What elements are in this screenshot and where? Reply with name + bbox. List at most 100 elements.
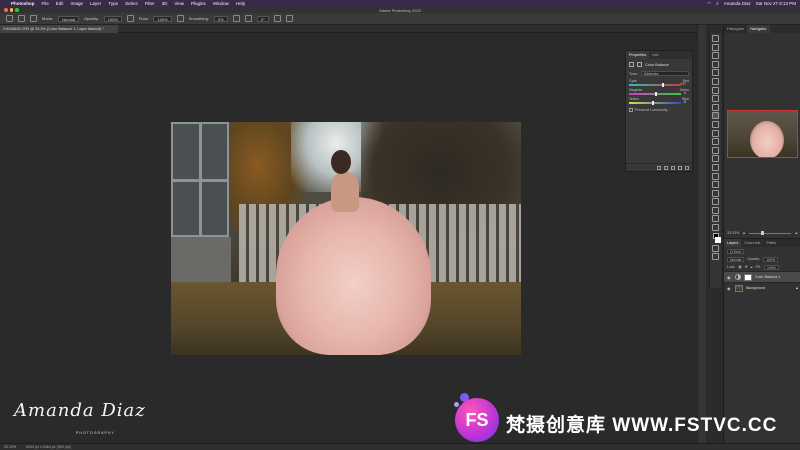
- airbrush-icon[interactable]: [176, 15, 184, 22]
- menu-window[interactable]: Window: [213, 1, 229, 6]
- navigator-zoom-knob[interactable]: [760, 231, 764, 235]
- blur-tool-icon[interactable]: [712, 155, 719, 163]
- menu-help[interactable]: Help: [236, 1, 245, 6]
- menu-user-name[interactable]: Amanda Diaz: [724, 1, 751, 6]
- path-selection-tool-icon[interactable]: [712, 189, 719, 197]
- type-tool-icon[interactable]: [712, 181, 719, 189]
- angle-field[interactable]: 0°: [256, 15, 269, 22]
- slider-track[interactable]: [629, 92, 681, 96]
- layer-thumbnail[interactable]: [735, 284, 743, 292]
- menu-view[interactable]: View: [174, 1, 184, 6]
- collapsed-panel-dock[interactable]: [697, 25, 706, 443]
- background-color-swatch[interactable]: [715, 237, 721, 244]
- reset-icon[interactable]: [671, 165, 675, 170]
- layer-opacity-field[interactable]: 100%: [763, 256, 779, 262]
- delete-icon[interactable]: [685, 165, 689, 170]
- slider-track[interactable]: [629, 101, 681, 105]
- preserve-luminosity-checkbox[interactable]: [629, 108, 633, 112]
- slider-knob[interactable]: [655, 92, 657, 96]
- tab-histogram[interactable]: Histogram: [724, 25, 747, 33]
- pressure-size-icon[interactable]: [273, 15, 281, 22]
- quick-mask-icon[interactable]: [712, 244, 719, 252]
- lock-position-icon[interactable]: ✥: [745, 265, 748, 269]
- lock-all-icon[interactable]: 🔒︎: [751, 265, 753, 269]
- healing-brush-tool-icon[interactable]: [712, 103, 719, 111]
- shape-tool-icon[interactable]: [712, 198, 719, 206]
- move-tool-icon[interactable]: [712, 35, 719, 42]
- smoothing-settings-icon[interactable]: [232, 15, 240, 22]
- tab-layers[interactable]: Layers: [724, 239, 742, 247]
- zoom-tool-icon[interactable]: [712, 215, 719, 223]
- preserve-luminosity-label[interactable]: Preserve Luminosity: [635, 108, 668, 112]
- mask-icon[interactable]: [637, 62, 642, 67]
- lock-icon[interactable]: 🔒︎: [796, 286, 798, 290]
- document-tab[interactable]: DIHA5628.CR3 @ 33.3% (Color Balance 1, L…: [0, 25, 118, 33]
- menu-file[interactable]: File: [42, 1, 49, 6]
- menu-layer[interactable]: Layer: [90, 1, 101, 6]
- close-window-button[interactable]: [4, 8, 8, 12]
- mode-select[interactable]: Normal: [58, 15, 80, 22]
- menu-3d[interactable]: 3D: [162, 1, 168, 6]
- lock-pixels-icon[interactable]: ▦: [738, 265, 741, 269]
- symmetry-icon[interactable]: [285, 15, 293, 22]
- eyedropper-tool-icon[interactable]: [712, 95, 719, 103]
- slider-value[interactable]: +27: [680, 82, 686, 86]
- frame-tool-icon[interactable]: [712, 86, 719, 94]
- tab-paths[interactable]: Paths: [763, 239, 779, 247]
- slider-value[interactable]: -9: [683, 100, 686, 104]
- tab-info[interactable]: Info: [649, 51, 661, 59]
- home-icon[interactable]: [6, 15, 13, 22]
- tab-properties[interactable]: Properties: [626, 51, 650, 59]
- brush-settings-icon[interactable]: [30, 15, 37, 22]
- navigator-zoom-value[interactable]: 33.33%: [727, 231, 739, 235]
- navigator-preview[interactable]: [727, 110, 798, 158]
- gradient-tool-icon[interactable]: [712, 146, 719, 154]
- layer-kind-filter[interactable]: Q Kind: [727, 248, 744, 254]
- smoothing-field[interactable]: 0%: [213, 15, 228, 22]
- clone-stamp-tool-icon[interactable]: [712, 120, 719, 128]
- search-icon[interactable]: ⌕: [716, 1, 719, 6]
- menu-select[interactable]: Select: [125, 1, 138, 6]
- clip-to-layer-icon[interactable]: [657, 165, 661, 170]
- menu-clock[interactable]: Sat Nov 27 8:13 PM: [756, 1, 796, 6]
- tab-channels[interactable]: Channels: [741, 239, 763, 247]
- visibility-eye-icon[interactable]: ◉: [727, 275, 732, 280]
- canvas-area[interactable]: [0, 33, 697, 443]
- menu-type[interactable]: Type: [108, 1, 118, 6]
- marquee-tool-icon[interactable]: [712, 52, 719, 60]
- eraser-tool-icon[interactable]: [712, 138, 719, 146]
- slider-track[interactable]: [629, 83, 681, 87]
- menu-image[interactable]: Image: [71, 1, 84, 6]
- history-brush-tool-icon[interactable]: [712, 129, 719, 137]
- opacity-field[interactable]: 100%: [103, 15, 122, 22]
- layer-fill-field[interactable]: 100%: [763, 264, 779, 270]
- screen-mode-icon[interactable]: [712, 253, 719, 261]
- layer-row-background[interactable]: ◉ Background 🔒︎: [724, 282, 800, 293]
- layer-name[interactable]: Color Balance 1: [755, 275, 781, 279]
- layer-blend-mode-select[interactable]: Normal: [727, 256, 745, 262]
- tab-navigator[interactable]: Navigator: [747, 25, 770, 33]
- visibility-icon[interactable]: [678, 165, 682, 170]
- minimize-window-button[interactable]: [9, 8, 13, 12]
- slider-knob[interactable]: [652, 101, 655, 105]
- visibility-eye-icon[interactable]: ◉: [727, 286, 732, 291]
- lasso-tool-icon[interactable]: [712, 60, 719, 68]
- document-photo[interactable]: [171, 122, 521, 355]
- status-zoom[interactable]: 33.33%: [4, 445, 16, 449]
- pressure-opacity-icon[interactable]: [126, 15, 134, 22]
- pen-tool-icon[interactable]: [712, 172, 719, 180]
- menu-plugins[interactable]: Plugins: [191, 1, 206, 6]
- zoom-out-icon[interactable]: ▲: [742, 231, 746, 235]
- artboard-tool-icon[interactable]: [712, 43, 719, 51]
- zoom-in-icon[interactable]: ▲: [794, 231, 798, 235]
- brush-tool-icon[interactable]: [712, 112, 719, 120]
- object-selection-tool-icon[interactable]: [712, 69, 719, 77]
- menu-edit[interactable]: Edit: [56, 1, 64, 6]
- view-previous-state-icon[interactable]: [664, 165, 668, 170]
- navigator-zoom-slider[interactable]: [748, 231, 792, 235]
- more-tools-icon[interactable]: [712, 224, 719, 232]
- menu-app-name[interactable]: Photoshop: [11, 1, 35, 6]
- slider-knob[interactable]: [661, 83, 664, 87]
- hand-tool-icon[interactable]: [712, 206, 719, 214]
- slider-value[interactable]: 0: [684, 91, 686, 95]
